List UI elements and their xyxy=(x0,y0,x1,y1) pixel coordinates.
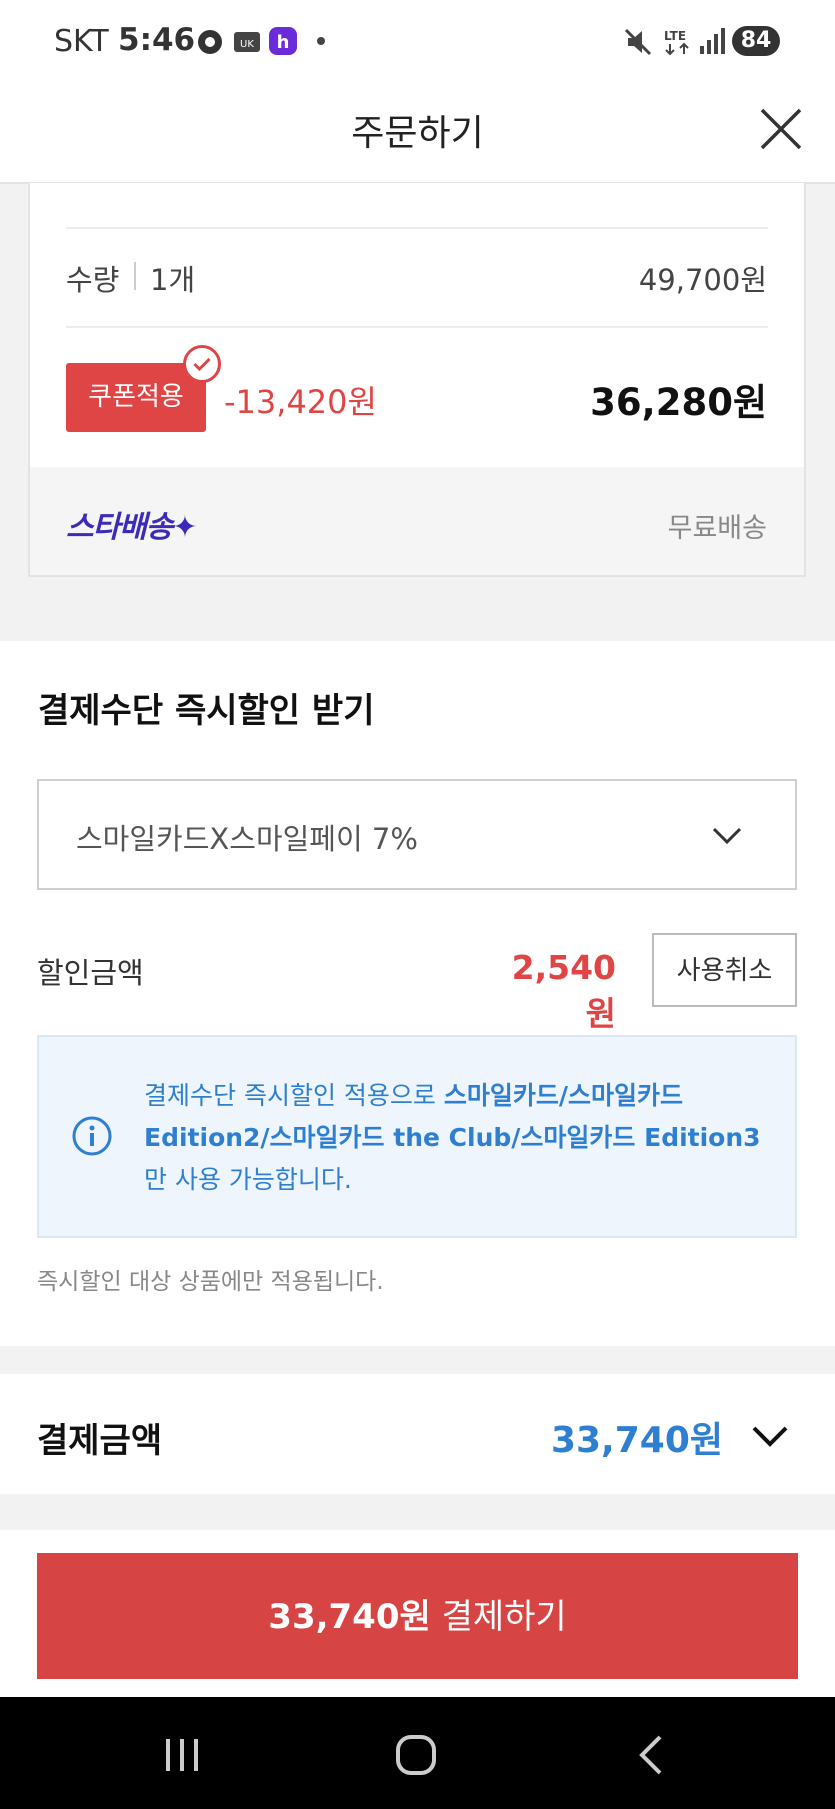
back-icon[interactable] xyxy=(632,1733,672,1777)
page-title: 주문하기 xyxy=(351,113,484,154)
clock-time: 5:46 xyxy=(118,22,196,58)
payment-total-label: 결제금액 xyxy=(37,1421,163,1461)
check-icon xyxy=(183,345,221,383)
divider xyxy=(134,262,136,290)
home-icon[interactable] xyxy=(394,1733,438,1777)
info-message: 결제수단 즉시할인 적용으로 스마일카드/스마일카드 Edition2/스마일카… xyxy=(144,1075,764,1201)
status-bar: SKT 5:46 UK h LTE 84 xyxy=(0,0,835,84)
original-price: 49,700원 xyxy=(638,263,767,297)
info-suffix: 만 사용 가능합니다. xyxy=(144,1165,352,1194)
coupon-discount-amount: -13,420원 xyxy=(224,383,377,421)
recent-apps-icon[interactable] xyxy=(162,1735,202,1775)
star-delivery-logo: 스타배송✦ xyxy=(66,510,198,545)
discount-amount-label: 할인금액 xyxy=(37,956,144,990)
info-icon xyxy=(72,1116,112,1156)
pay-button-label: 결제하기 xyxy=(430,1597,567,1637)
pay-button[interactable]: 33,740원 결제하기 xyxy=(37,1553,798,1679)
selected-payment-option: 스마일카드X스마일페이 7% xyxy=(76,822,418,856)
close-icon[interactable] xyxy=(756,104,806,154)
page-header: 주문하기 xyxy=(0,84,835,184)
cancel-discount-button[interactable]: 사용취소 xyxy=(652,933,797,1007)
info-prefix: 결제수단 즉시할인 적용으로 xyxy=(144,1081,444,1110)
lte-signal-icon: LTE xyxy=(664,29,689,56)
delivery-fee-status: 무료배송 xyxy=(667,513,767,544)
pay-button-amount: 33,740원 xyxy=(268,1597,431,1637)
chevron-down-icon[interactable] xyxy=(750,1420,790,1450)
quantity-label: 수량 xyxy=(66,263,120,297)
discount-note: 즉시할인 대상 상품에만 적용됩니다. xyxy=(37,1269,384,1295)
cell-signal-icon xyxy=(700,28,725,54)
svg-text:UK: UK xyxy=(240,39,254,50)
quantity-value: 1개 xyxy=(150,263,196,297)
divider xyxy=(66,326,768,328)
svg-text:LTE: LTE xyxy=(664,29,686,43)
divider xyxy=(66,227,768,229)
payment-total-amount: 33,740원 xyxy=(550,1420,723,1461)
mute-icon xyxy=(624,28,652,56)
section-title: 결제수단 즉시할인 받기 xyxy=(38,691,375,731)
battery-level: 84 xyxy=(732,26,780,56)
system-navigation-bar xyxy=(0,1697,835,1809)
camera-aperture-icon xyxy=(198,30,222,54)
carrier-label: SKT xyxy=(54,24,109,59)
h-app-icon: h xyxy=(269,27,297,55)
app-notification-icon: UK xyxy=(234,32,260,52)
final-price: 36,280원 xyxy=(590,381,767,424)
more-notifications-dot-icon xyxy=(317,37,325,45)
chevron-down-icon xyxy=(712,827,742,845)
discount-amount: 2,540원 xyxy=(511,948,616,1033)
svg-text:h: h xyxy=(277,32,290,53)
